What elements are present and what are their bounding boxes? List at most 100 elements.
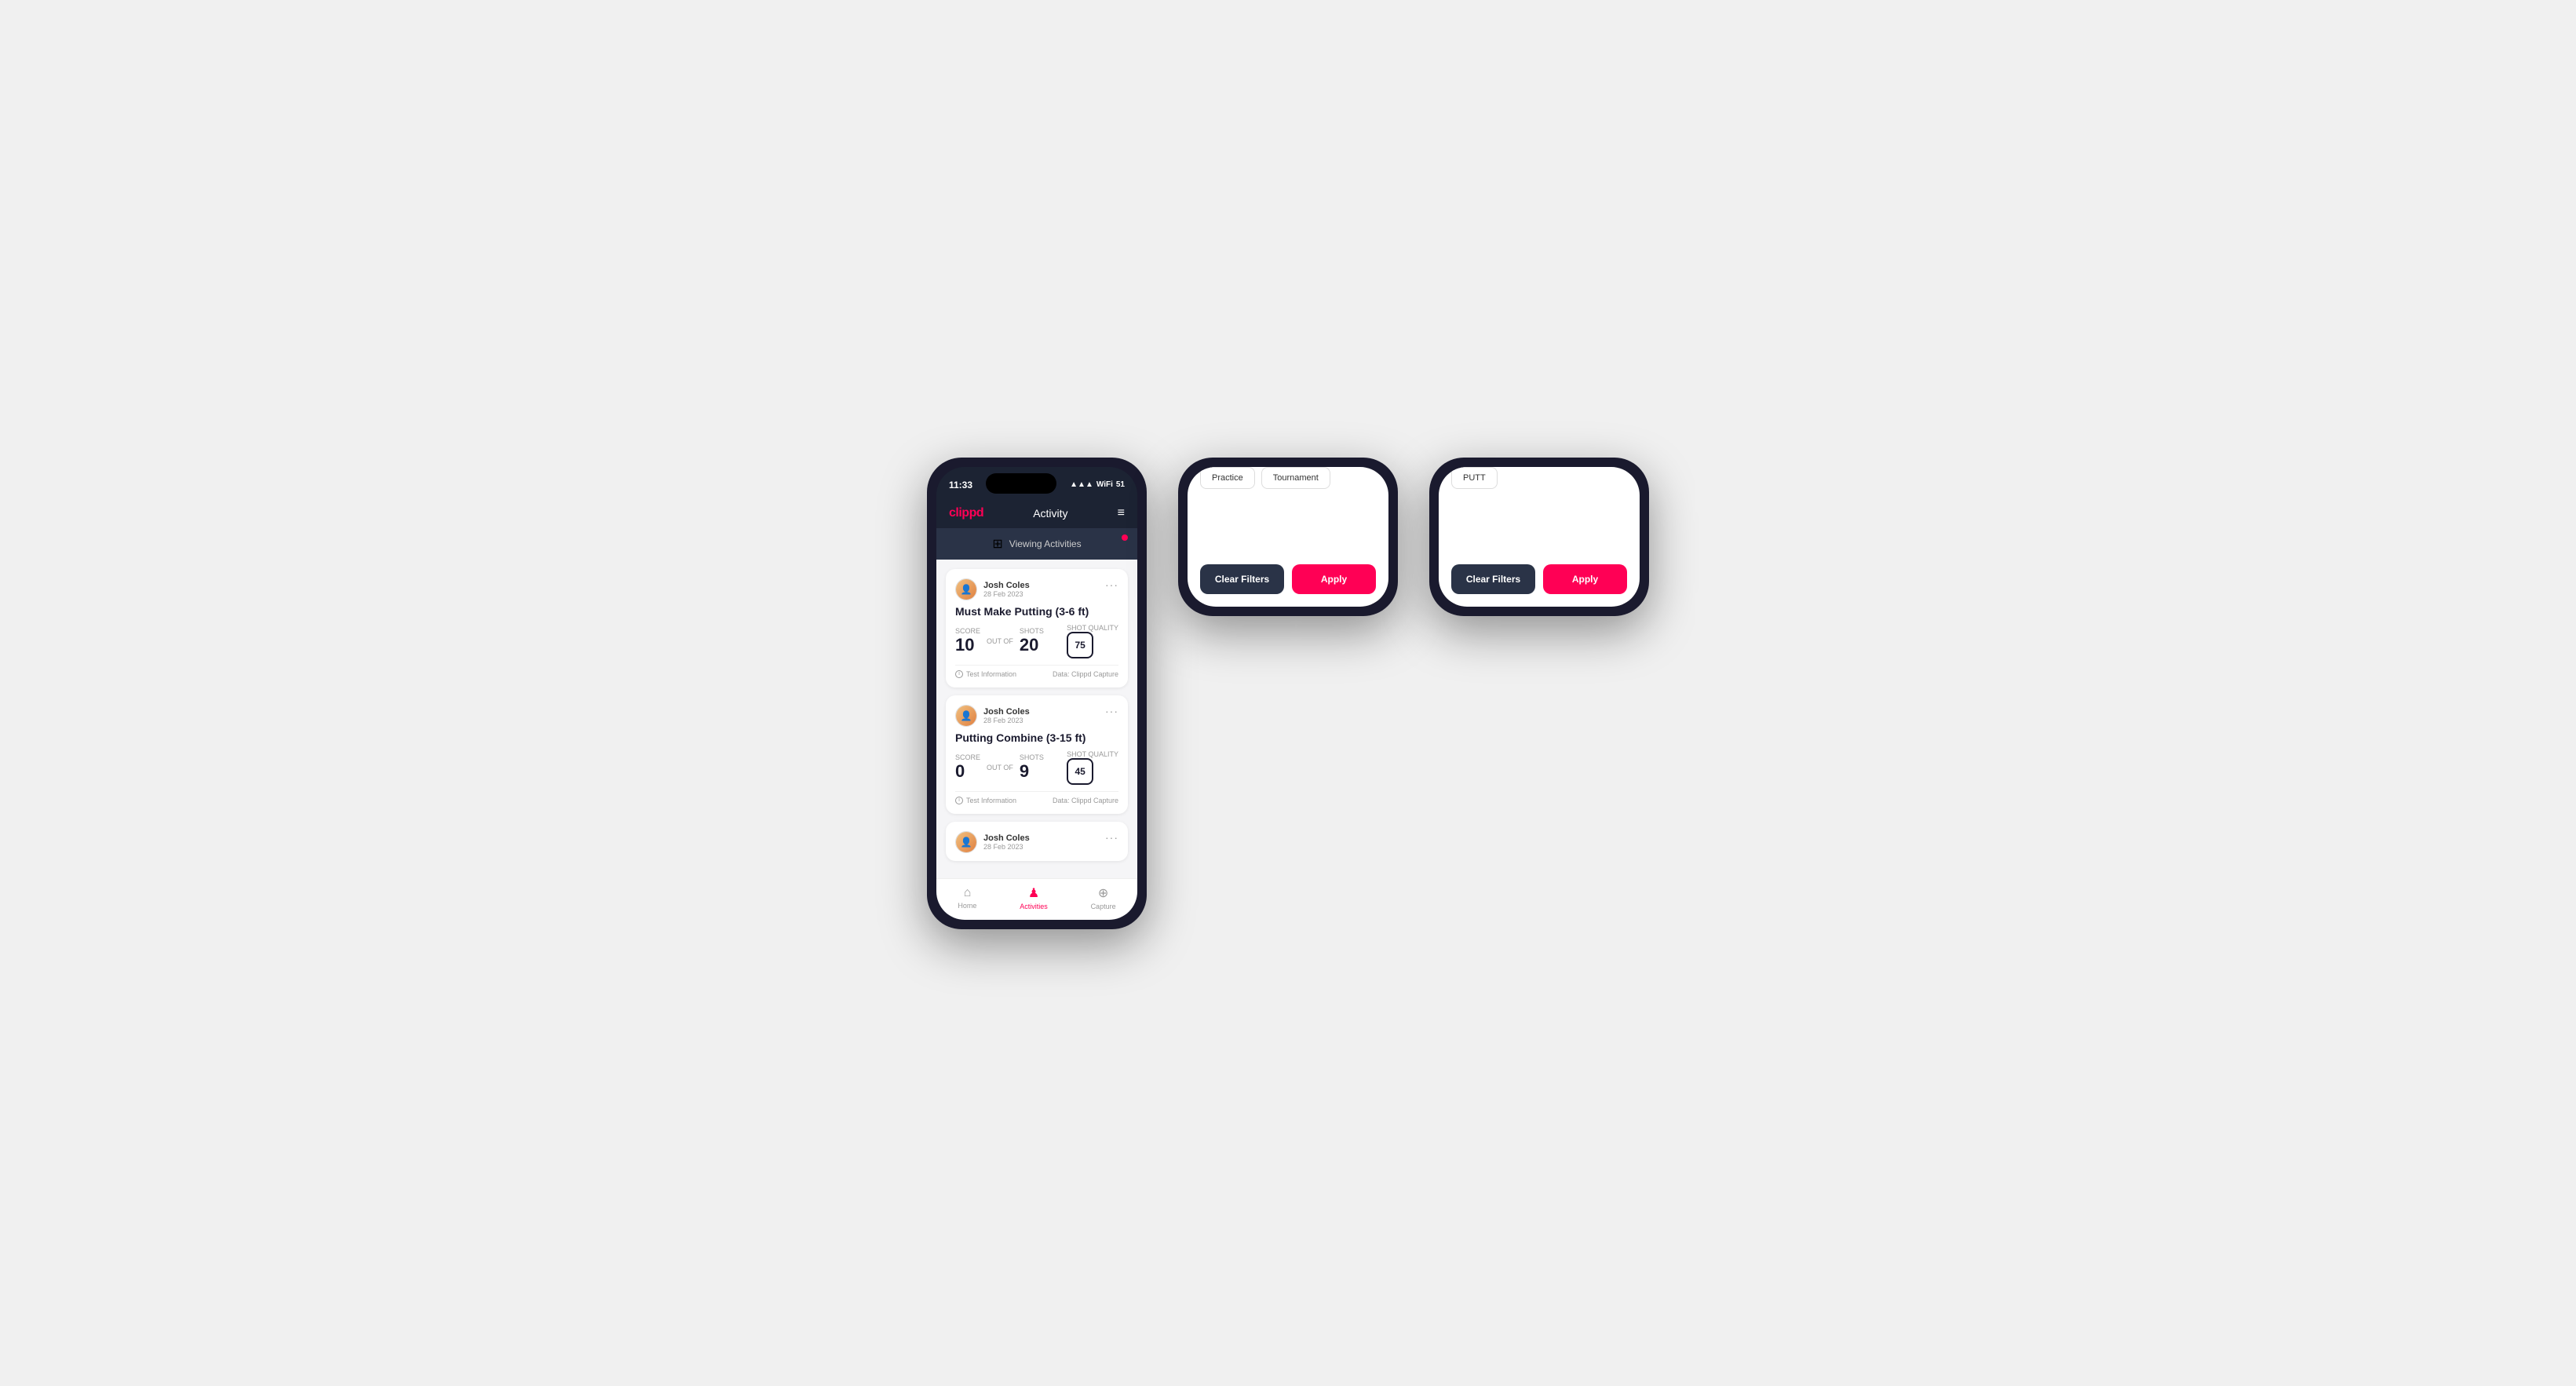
- nav-bar-1: clippd Activity ≡: [936, 500, 1137, 528]
- card-header-2: 👤 Josh Coles 28 Feb 2023 ···: [955, 705, 1118, 727]
- user-date-1: 28 Feb 2023: [983, 590, 1030, 598]
- user-date-2: 28 Feb 2023: [983, 717, 1030, 724]
- score-label-1: Score: [955, 627, 980, 635]
- battery-icon-1: 51: [1116, 480, 1125, 489]
- user-date-3: 28 Feb 2023: [983, 843, 1030, 851]
- filter-modal-3: Filter ✕ Show Rounds Practice Drills Pra…: [1439, 467, 1640, 607]
- phone-3: 11:33 ▲▲▲ WiFi 51 clippd Activity ≡ ⊞ Vi…: [1429, 458, 1649, 616]
- card-more-1[interactable]: ···: [1105, 578, 1118, 591]
- time-1: 11:33: [949, 480, 972, 491]
- phone-1: 11:33 ▲▲▲ WiFi 51 clippd Activity ≡ ⊞ Vi…: [927, 458, 1147, 929]
- card-footer-left-1: i Test Information: [955, 670, 1016, 678]
- avatar-img-2: 👤: [956, 706, 976, 726]
- phone-2: 11:33 ▲▲▲ WiFi 51 clippd Activity ≡ ⊞ Vi…: [1178, 458, 1398, 616]
- apply-btn-2[interactable]: Apply: [1292, 564, 1376, 594]
- info-text-1: Test Information: [966, 670, 1016, 678]
- viewing-text-1: Viewing Activities: [1009, 538, 1082, 549]
- viewing-icon-1: ⊞: [992, 536, 1002, 552]
- total-value-1: 20: [1020, 635, 1038, 655]
- activities-label-1: Activities: [1020, 903, 1048, 910]
- info-text-2: Test Information: [966, 797, 1016, 804]
- user-info-3: Josh Coles 28 Feb 2023: [983, 833, 1030, 851]
- drills-filter-buttons-3: OTT APP ARG PUTT: [1451, 467, 1627, 489]
- user-name-3: Josh Coles: [983, 833, 1030, 843]
- nav-title-1: Activity: [1033, 507, 1067, 520]
- card-user-2: 👤 Josh Coles 28 Feb 2023: [955, 705, 1030, 727]
- nav-activities-1[interactable]: ♟ Activities: [1020, 885, 1048, 910]
- home-icon-1: ⌂: [964, 886, 972, 900]
- card-user-1: 👤 Josh Coles 28 Feb 2023: [955, 578, 1030, 600]
- avatar-img-3: 👤: [956, 832, 976, 852]
- score-label-2: Score: [955, 753, 980, 761]
- apply-btn-3[interactable]: Apply: [1543, 564, 1627, 594]
- info-icon-1: i: [955, 670, 963, 678]
- signal-icon-1: ▲▲▲: [1070, 480, 1093, 489]
- shot-quality-label-2: Shot Quality: [1067, 750, 1118, 758]
- phones-container: 11:33 ▲▲▲ WiFi 51 clippd Activity ≡ ⊞ Vi…: [927, 458, 1649, 929]
- putt-btn-3[interactable]: PUTT: [1451, 467, 1498, 489]
- activities-icon-1: ♟: [1028, 885, 1039, 901]
- viewing-dot-1: [1122, 534, 1128, 541]
- filter-modal-2: Filter ✕ Show Rounds Practice Drills Rou…: [1188, 467, 1388, 607]
- phone-2-inner: 11:33 ▲▲▲ WiFi 51 clippd Activity ≡ ⊞ Vi…: [1188, 467, 1388, 607]
- out-of-2: OUT OF: [987, 764, 1013, 771]
- activity-card-3[interactable]: 👤 Josh Coles 28 Feb 2023 ···: [946, 822, 1128, 861]
- shots-label-1: Shots: [1020, 627, 1044, 635]
- clear-filters-btn-2[interactable]: Clear Filters: [1200, 564, 1284, 594]
- dynamic-island-1: [986, 473, 1056, 494]
- shot-quality-badge-2: 45: [1067, 758, 1093, 785]
- modal-footer-3: Clear Filters Apply: [1451, 564, 1627, 594]
- card-title-2: Putting Combine (3-15 ft): [955, 731, 1118, 744]
- score-value-1: 10: [955, 635, 974, 655]
- card-header-1: 👤 Josh Coles 28 Feb 2023 ···: [955, 578, 1118, 600]
- avatar-2: 👤: [955, 705, 977, 727]
- shots-label-2: Shots: [1020, 753, 1044, 761]
- activity-card-2[interactable]: 👤 Josh Coles 28 Feb 2023 ··· Putting Com…: [946, 695, 1128, 814]
- nav-home-1[interactable]: ⌂ Home: [958, 886, 976, 910]
- practice-round-btn-2[interactable]: Practice: [1200, 467, 1255, 489]
- shot-quality-label-1: Shot Quality: [1067, 624, 1118, 632]
- card-footer-1: i Test Information Data: Clippd Capture: [955, 665, 1118, 678]
- avatar-3: 👤: [955, 831, 977, 853]
- avatar-1: 👤: [955, 578, 977, 600]
- total-value-2: 9: [1020, 761, 1029, 781]
- menu-icon-1[interactable]: ≡: [1118, 507, 1125, 520]
- card-more-3[interactable]: ···: [1105, 831, 1118, 844]
- card-header-3: 👤 Josh Coles 28 Feb 2023 ···: [955, 831, 1118, 853]
- user-info-1: Josh Coles 28 Feb 2023: [983, 581, 1030, 598]
- capture-label-1: Capture: [1091, 903, 1116, 910]
- user-name-1: Josh Coles: [983, 581, 1030, 590]
- bottom-nav-1: ⌂ Home ♟ Activities ⊕ Capture: [936, 878, 1137, 920]
- card-footer-left-2: i Test Information: [955, 797, 1016, 804]
- avatar-img-1: 👤: [956, 579, 976, 600]
- card-footer-2: i Test Information Data: Clippd Capture: [955, 791, 1118, 804]
- content-1: 👤 Josh Coles 28 Feb 2023 ··· Must Make P…: [936, 560, 1137, 878]
- card-user-3: 👤 Josh Coles 28 Feb 2023: [955, 831, 1030, 853]
- wifi-icon-1: WiFi: [1096, 480, 1113, 489]
- out-of-1: OUT OF: [987, 637, 1013, 645]
- modal-footer-2: Clear Filters Apply: [1200, 564, 1376, 594]
- score-value-2: 0: [955, 761, 965, 781]
- shot-quality-badge-1: 75: [1067, 632, 1093, 658]
- home-label-1: Home: [958, 902, 976, 910]
- phone-1-inner: 11:33 ▲▲▲ WiFi 51 clippd Activity ≡ ⊞ Vi…: [936, 467, 1137, 920]
- logo-1: clippd: [949, 506, 983, 520]
- status-icons-1: ▲▲▲ WiFi 51: [1070, 480, 1125, 489]
- data-text-2: Data: Clippd Capture: [1053, 797, 1118, 804]
- capture-icon-1: ⊕: [1098, 885, 1108, 901]
- card-more-2[interactable]: ···: [1105, 705, 1118, 717]
- card-stats-1: Score 10 OUT OF Shots 20 Shot Quality 75: [955, 624, 1118, 658]
- activity-card-1[interactable]: 👤 Josh Coles 28 Feb 2023 ··· Must Make P…: [946, 569, 1128, 688]
- user-info-2: Josh Coles 28 Feb 2023: [983, 707, 1030, 724]
- clear-filters-btn-3[interactable]: Clear Filters: [1451, 564, 1535, 594]
- status-bar-1: 11:33 ▲▲▲ WiFi 51: [936, 467, 1137, 500]
- nav-capture-1[interactable]: ⊕ Capture: [1091, 885, 1116, 910]
- tournament-btn-2[interactable]: Tournament: [1261, 467, 1330, 489]
- rounds-filter-buttons-2: Practice Tournament: [1200, 467, 1376, 489]
- card-title-1: Must Make Putting (3-6 ft): [955, 605, 1118, 618]
- phone-3-inner: 11:33 ▲▲▲ WiFi 51 clippd Activity ≡ ⊞ Vi…: [1439, 467, 1640, 607]
- info-icon-2: i: [955, 797, 963, 804]
- user-name-2: Josh Coles: [983, 707, 1030, 717]
- viewing-bar-1[interactable]: ⊞ Viewing Activities: [936, 528, 1137, 560]
- card-stats-2: Score 0 OUT OF Shots 9 Shot Quality 45: [955, 750, 1118, 785]
